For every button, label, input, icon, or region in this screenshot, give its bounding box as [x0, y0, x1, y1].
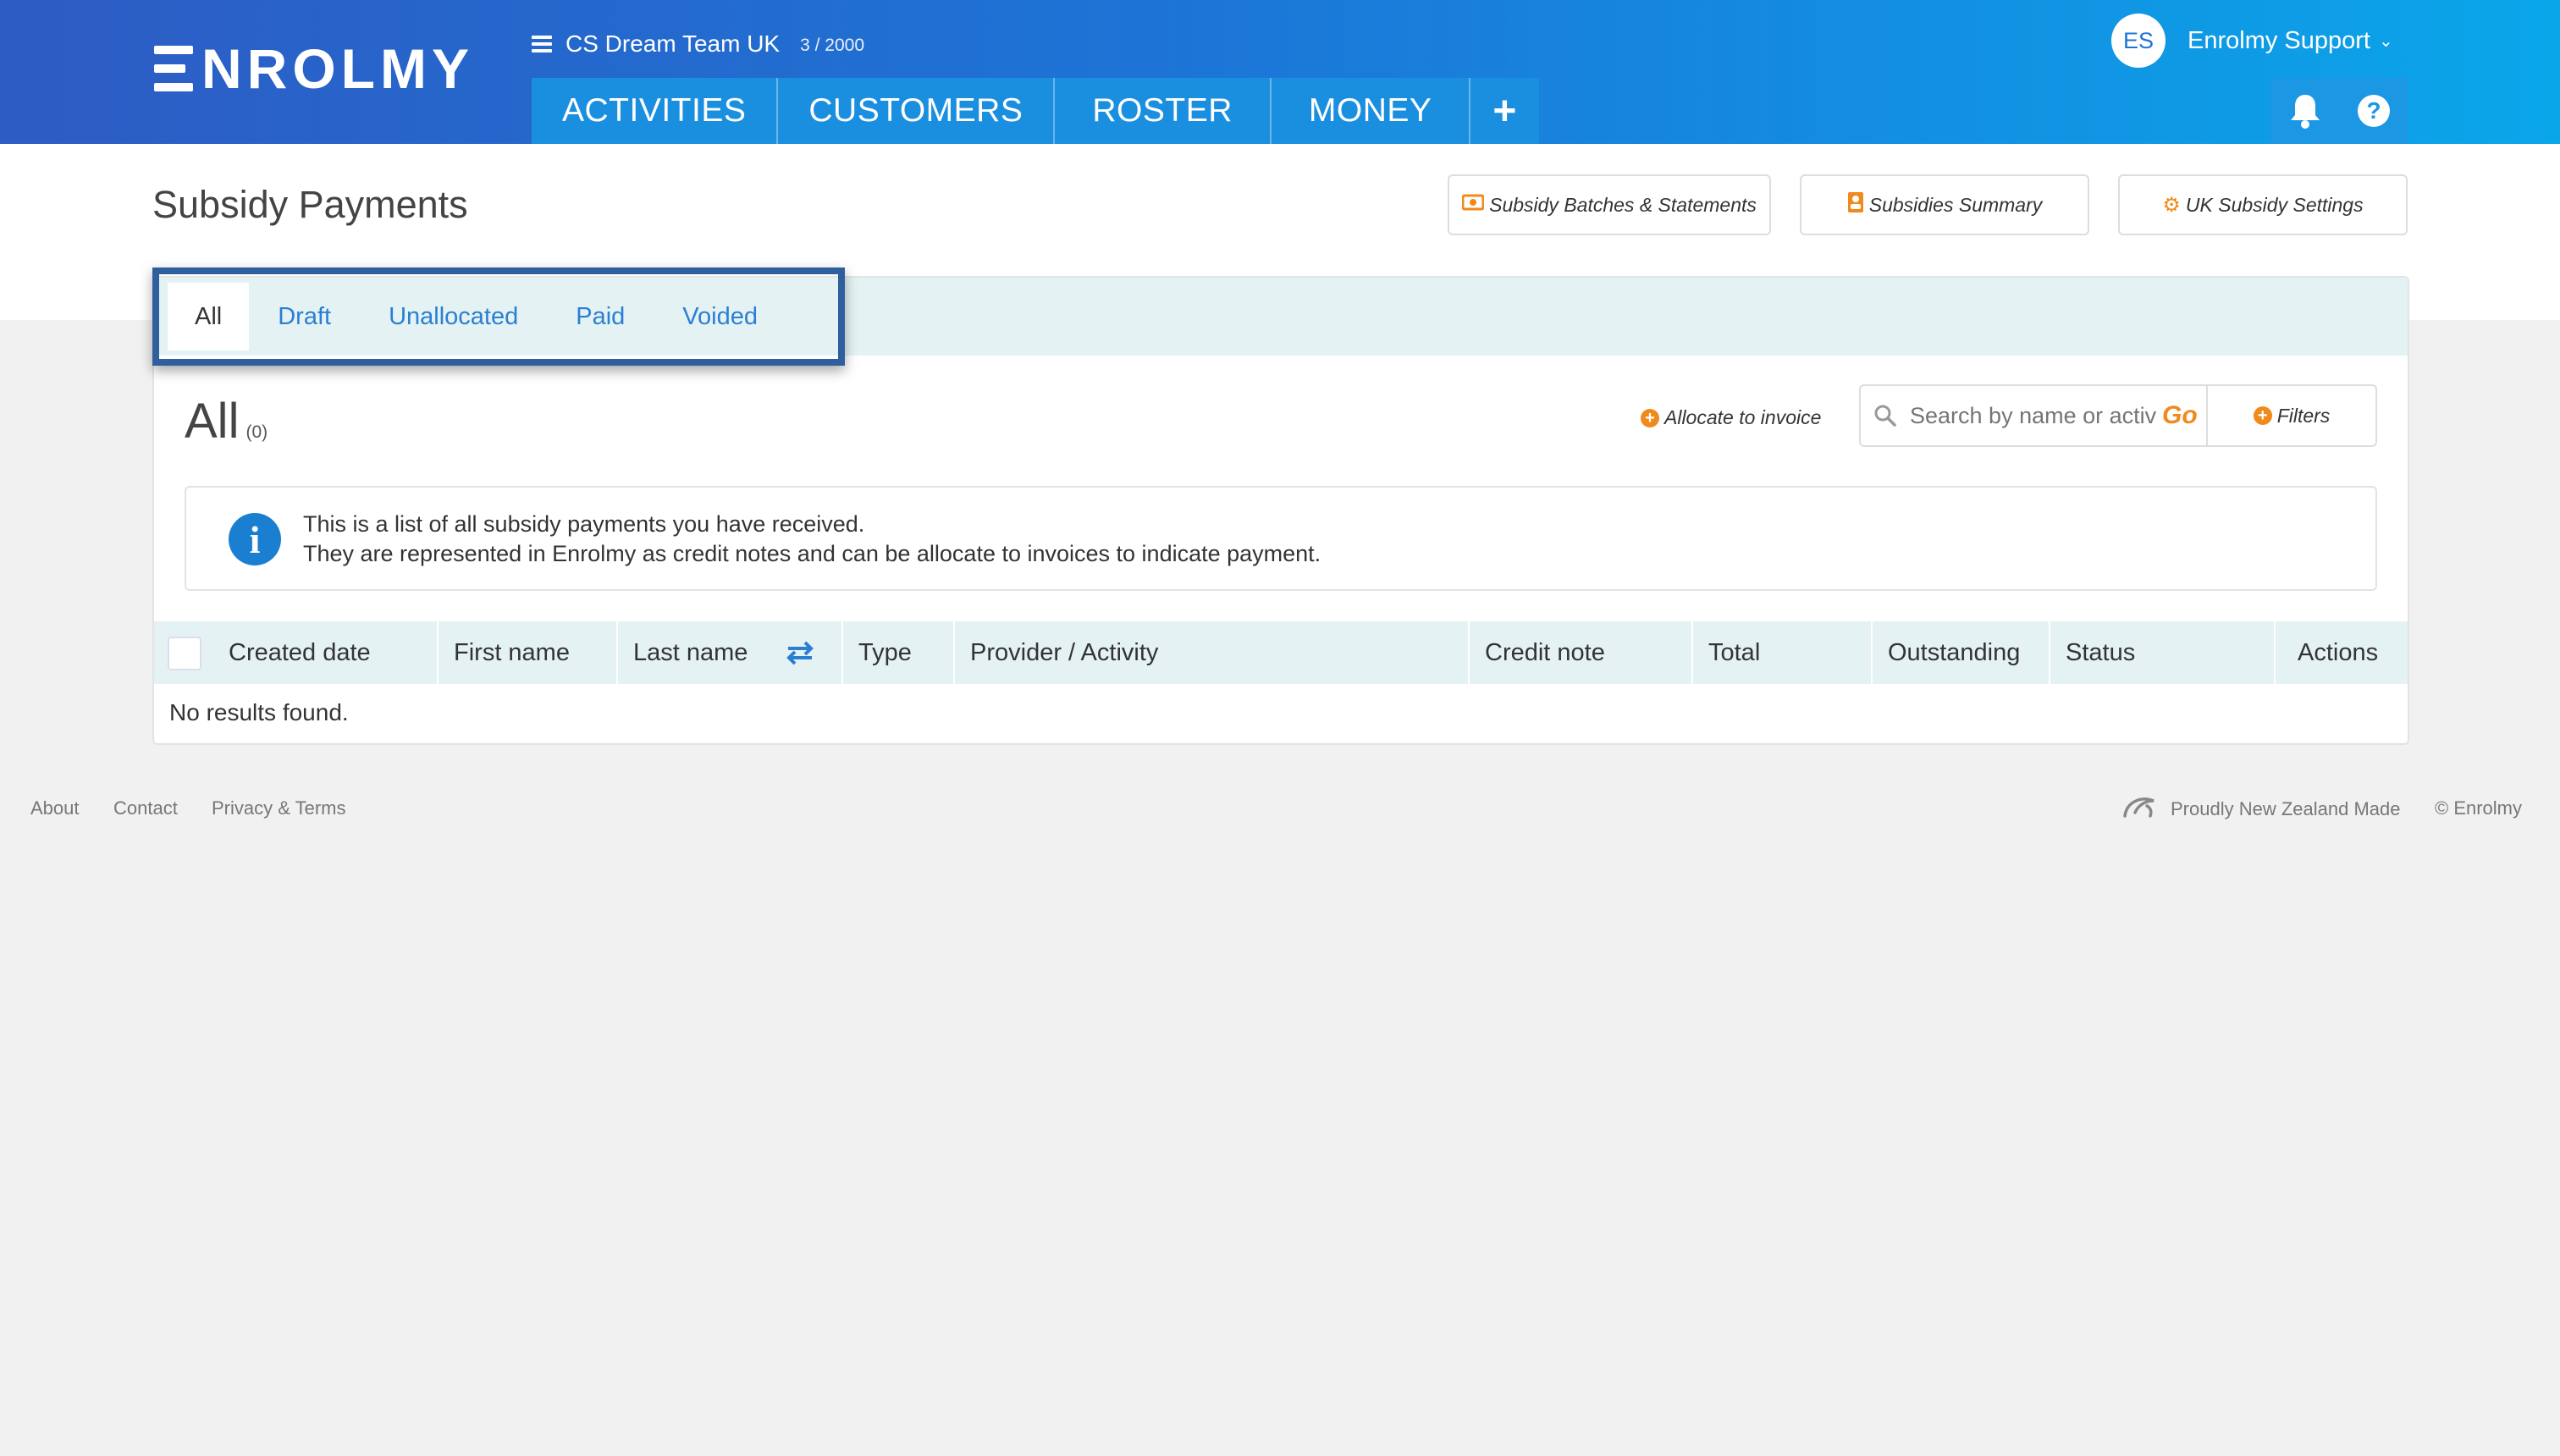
org-name[interactable]: CS Dream Team UK: [566, 30, 780, 58]
swap-arrows-icon[interactable]: [786, 640, 814, 670]
filters-button[interactable]: + Filters: [2206, 384, 2377, 447]
column-credit-note[interactable]: Credit note: [1485, 621, 1605, 684]
user-menu[interactable]: ES Enrolmy Support ⌄: [2111, 14, 2393, 68]
nav-tab-roster[interactable]: ROSTER: [1055, 78, 1272, 144]
tab-unallocated[interactable]: Unallocated: [360, 283, 547, 350]
allocate-to-invoice-button[interactable]: + Allocate to invoice: [1641, 406, 1821, 429]
column-divider: [953, 621, 955, 684]
subsidy-payments-card: All Draft Unallocated Paid Voided All (0)…: [152, 267, 2409, 745]
logo-text: NROLMY: [201, 37, 474, 100]
table-header: Created date First name Last name Type P…: [154, 621, 2408, 684]
column-divider: [2274, 621, 2276, 684]
info-text: This is a list of all subsidy payments y…: [303, 510, 1321, 569]
info-message: i This is a list of all subsidy payments…: [185, 486, 2377, 591]
select-all-checkbox[interactable]: [168, 637, 201, 670]
hamburger-icon[interactable]: [532, 36, 552, 52]
chevron-down-icon[interactable]: ⌄: [2379, 30, 2393, 52]
uk-subsidy-settings-label: UK Subsidy Settings: [2185, 193, 2364, 216]
plus-circle-icon: +: [2253, 406, 2272, 425]
column-provider-activity[interactable]: Provider / Activity: [970, 621, 1158, 684]
footer-link-privacy-terms[interactable]: Privacy & Terms: [212, 797, 346, 819]
page-title: Subsidy Payments: [152, 183, 468, 226]
nav-add-button[interactable]: +: [1470, 78, 1539, 144]
org-count: 3 / 2000: [800, 36, 865, 55]
column-first-name[interactable]: First name: [454, 621, 570, 684]
copyright-text: © Enrolmy: [2435, 797, 2523, 819]
column-status[interactable]: Status: [2066, 621, 2135, 684]
column-last-name[interactable]: Last name: [633, 621, 748, 684]
tab-paid[interactable]: Paid: [547, 283, 654, 350]
allocate-label: Allocate to invoice: [1664, 406, 1822, 428]
plus-circle-icon: +: [1641, 408, 1659, 427]
list-heading-text: All: [185, 394, 240, 449]
info-icon: i: [229, 513, 281, 565]
search-box: Go: [1859, 384, 2208, 447]
column-created-date[interactable]: Created date: [229, 621, 371, 684]
help-icon[interactable]: ?: [2358, 95, 2390, 127]
footer-link-contact[interactable]: Contact: [113, 797, 178, 819]
info-line-2: They are represented in Enrolmy as credi…: [303, 541, 1321, 566]
subsidy-batches-label: Subsidy Batches & Statements: [1489, 193, 1757, 216]
fern-icon: [2121, 794, 2159, 825]
logo-e-mark: [154, 46, 193, 91]
search-input[interactable]: [1910, 402, 2157, 429]
main-nav: ACTIVITIES CUSTOMERS ROSTER MONEY +: [532, 78, 1539, 144]
list-heading: All (0): [185, 393, 268, 449]
avatar[interactable]: ES: [2111, 14, 2166, 68]
column-divider: [616, 621, 618, 684]
list-count: (0): [246, 422, 268, 442]
money-icon: [1461, 193, 1485, 217]
column-divider: [841, 621, 843, 684]
subsidy-batches-button[interactable]: Subsidy Batches & Statements: [1448, 174, 1771, 235]
column-outstanding[interactable]: Outstanding: [1888, 621, 2020, 684]
column-total[interactable]: Total: [1708, 621, 1760, 684]
column-divider: [1871, 621, 1873, 684]
status-tabs: All Draft Unallocated Paid Voided: [152, 267, 845, 366]
search-icon: [1861, 404, 1910, 427]
nav-tab-money[interactable]: MONEY: [1272, 78, 1471, 144]
info-line-1: This is a list of all subsidy payments y…: [303, 511, 865, 537]
header-icon-group: ?: [2270, 78, 2408, 144]
column-divider: [1468, 621, 1470, 684]
subsidies-summary-label: Subsidies Summary: [1868, 193, 2043, 216]
tab-voided[interactable]: Voided: [654, 283, 786, 350]
org-switcher[interactable]: CS Dream Team UK 3 / 2000: [532, 27, 864, 61]
column-type[interactable]: Type: [858, 621, 912, 684]
tab-all[interactable]: All: [168, 283, 250, 350]
column-divider: [1691, 621, 1693, 684]
uk-subsidy-settings-button[interactable]: ⚙ UK Subsidy Settings: [2118, 174, 2408, 235]
gear-icon: ⚙: [2162, 193, 2181, 217]
tab-draft[interactable]: Draft: [249, 283, 360, 350]
subsidies-summary-button[interactable]: Subsidies Summary: [1800, 174, 2089, 235]
enrolmy-logo[interactable]: NROLMY: [154, 37, 474, 100]
top-header: NROLMY CS Dream Team UK 3 / 2000 ACTIVIT…: [0, 0, 2560, 144]
column-divider: [437, 621, 439, 684]
nz-made-text: Proudly New Zealand Made: [2171, 798, 2401, 819]
user-name[interactable]: Enrolmy Support: [2188, 27, 2370, 55]
column-divider: [2049, 621, 2050, 684]
nz-made-badge: Proudly New Zealand Made: [2121, 794, 2400, 825]
nav-tab-activities[interactable]: ACTIVITIES: [532, 78, 779, 144]
bell-icon[interactable]: [2288, 92, 2322, 130]
empty-state-text: No results found.: [169, 699, 349, 725]
nav-tab-customers[interactable]: CUSTOMERS: [778, 78, 1056, 144]
filters-label: Filters: [2276, 404, 2331, 427]
report-icon: [1847, 191, 1864, 219]
column-actions: Actions: [2298, 638, 2379, 666]
search-go-button[interactable]: Go: [2162, 401, 2198, 430]
footer-link-about[interactable]: About: [30, 797, 80, 819]
